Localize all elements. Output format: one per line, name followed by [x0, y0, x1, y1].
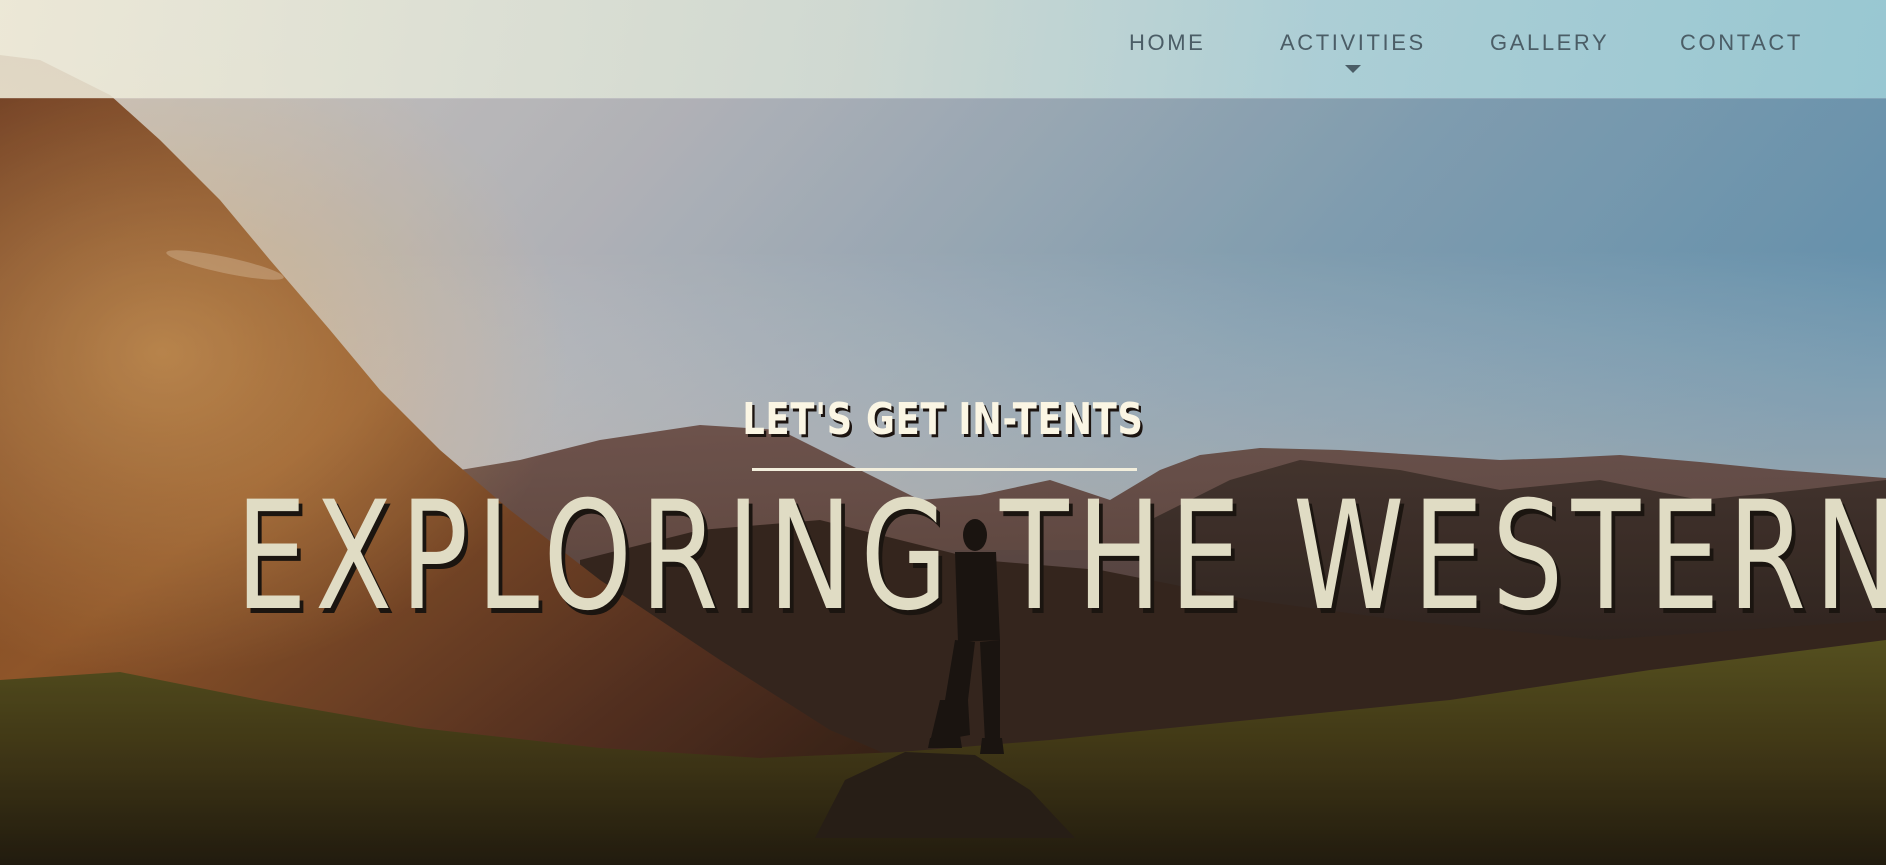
- nav-link-home[interactable]: HOME: [1129, 28, 1205, 58]
- hero-section: HOME ACTIVITIES GALLERY CONTACT LET'S GE…: [0, 0, 1886, 865]
- hero-headline: EXPLORING THE WESTERN CAPE: [235, 470, 1886, 644]
- nav-link-gallery[interactable]: GALLERY: [1490, 28, 1609, 58]
- hero-tagline: LET'S GET IN-TENTS: [742, 394, 1144, 445]
- nav-link-contact[interactable]: CONTACT: [1680, 28, 1803, 58]
- nav-link-activities[interactable]: ACTIVITIES: [1280, 28, 1426, 58]
- caret-down-icon[interactable]: [1345, 65, 1361, 73]
